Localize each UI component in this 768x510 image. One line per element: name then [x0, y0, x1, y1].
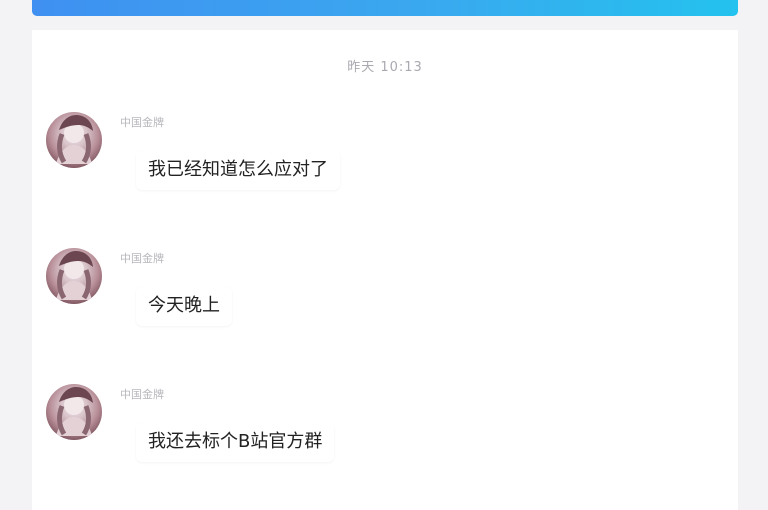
user-avatar-icon[interactable]	[46, 112, 102, 168]
timestamp: 昨天 10:13	[347, 60, 423, 75]
message-bubble[interactable]: 我已经知道怎么应对了	[136, 150, 340, 190]
message-bubble[interactable]: 我还去标个B站官方群	[136, 422, 335, 462]
sender-name: 中国金牌	[120, 252, 164, 265]
message-bubble[interactable]: 今天晚上	[136, 286, 232, 326]
header-bar	[32, 0, 738, 16]
user-avatar-icon[interactable]	[46, 384, 102, 440]
chat-message: 中国金牌 我已经知道怎么应对了	[46, 112, 646, 222]
chat-message: 中国金牌 今天晚上	[46, 248, 646, 358]
sender-name: 中国金牌	[120, 388, 164, 401]
chat-panel[interactable]: 昨天 10:13 中国金牌 我已经知道怎么应对了 中国金牌 今天晚上 中国金牌 …	[32, 30, 738, 510]
sender-name: 中国金牌	[120, 116, 164, 129]
chat-message: 中国金牌 我还去标个B站官方群	[46, 384, 646, 494]
user-avatar-icon[interactable]	[46, 248, 102, 304]
